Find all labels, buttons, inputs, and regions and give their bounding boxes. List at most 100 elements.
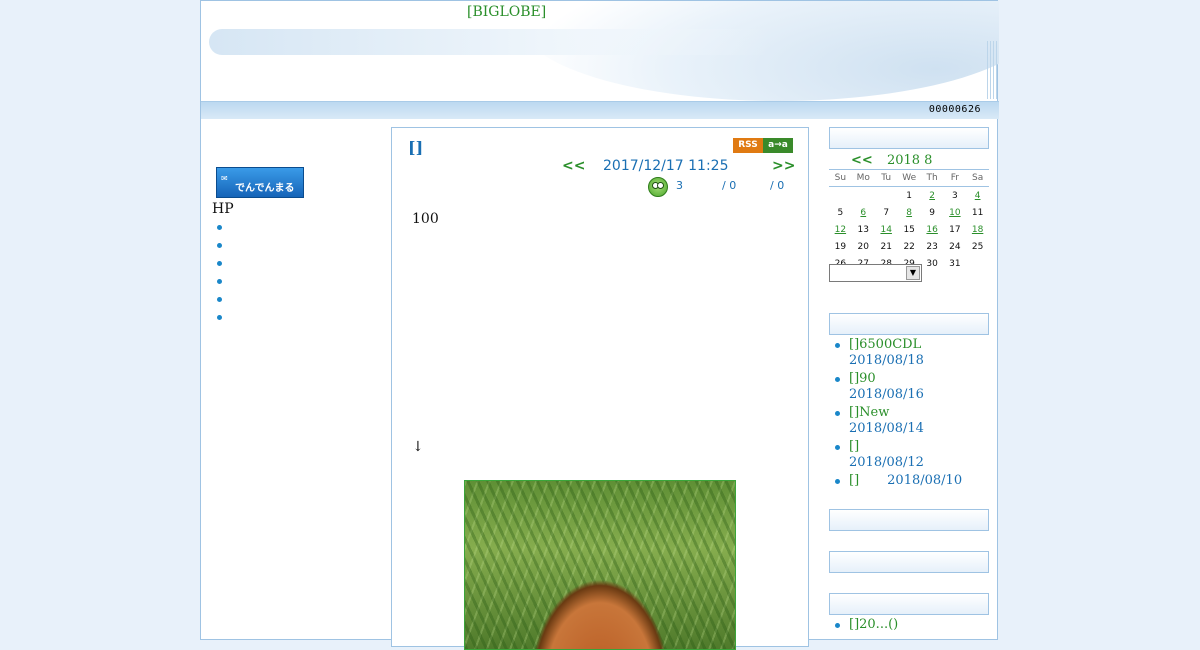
calendar-week: 12 13 14 15 16 17 18 [829, 221, 989, 238]
header-subbar: 00000626 [201, 101, 999, 119]
site-header: [BIGLOBE] [201, 1, 999, 101]
sidebar-box-5 [829, 593, 989, 615]
list-item: []6500CDL 2018/08/18 [829, 337, 999, 369]
banner-text: でんでんまる [235, 183, 295, 194]
calendar-day[interactable]: 8 [898, 204, 921, 221]
recent-post-date: 2018/08/14 [849, 421, 924, 436]
trackback-count[interactable]: / 0 [770, 179, 784, 192]
calendar-day [829, 187, 852, 205]
calendar-day: 17 [949, 224, 961, 235]
recent-post-title[interactable]: []New [849, 405, 999, 421]
calendar-day[interactable]: 16 [921, 221, 944, 238]
calendar-weekday: Mo [851, 169, 875, 187]
calendar-day[interactable]: 6 [852, 204, 875, 221]
hp-link-item[interactable] [215, 309, 375, 327]
calendar-week: 1234 [829, 187, 989, 205]
post-body-text: 100 [412, 211, 439, 227]
recent-post-date: 2018/08/12 [849, 455, 924, 470]
frog-icon[interactable] [648, 177, 668, 197]
hp-link-item[interactable] [215, 273, 375, 291]
site-title[interactable]: [BIGLOBE] [467, 4, 546, 20]
recent-post-date: 2018/08/10 [887, 473, 963, 488]
hp-link-item[interactable] [215, 255, 375, 273]
calendar-day: 1 [906, 190, 913, 201]
sidebar-box-3 [829, 509, 989, 531]
calendar-day[interactable]: 4 [966, 187, 989, 205]
denden-banner[interactable]: ✉ でんでんまる [216, 167, 304, 198]
post-body-arrow: ↓ [412, 439, 424, 455]
recent-post-date: 2018/08/18 [849, 353, 924, 368]
post-title[interactable]: [] [408, 138, 423, 157]
calendar-day: 21 [880, 241, 892, 252]
month-select[interactable]: ▼ [829, 264, 922, 282]
next-post-link[interactable]: >> [772, 158, 795, 174]
calendar-day: 20 [857, 241, 869, 252]
calendar-day: 30 [926, 258, 938, 269]
list-item: []New 2018/08/14 [829, 405, 999, 437]
nice-count[interactable]: 3 [676, 179, 683, 192]
calendar-weekday: Fr [943, 169, 967, 187]
calendar-day: 13 [857, 224, 869, 235]
calendar-day: 22 [903, 241, 915, 252]
calendar-day: 25 [971, 241, 984, 252]
hp-link-item[interactable] [215, 291, 375, 309]
calendar-day: 23 [926, 241, 938, 252]
list-item: [] 2018/08/12 [829, 439, 999, 471]
hp-label: HP [212, 201, 234, 217]
calendar-week: 5 6 7 8 9 10 11 [829, 204, 989, 221]
calendar-day: 7 [883, 207, 890, 218]
list-item: []90 2018/08/16 [829, 371, 999, 403]
comment-count[interactable]: / 0 [722, 179, 736, 192]
calendar-week: 19 20 21 22 23 24 25 [829, 238, 989, 255]
calendar-weekday: We [897, 169, 921, 187]
visit-counter: 00000626 [928, 104, 981, 115]
calendar-day: 19 [834, 241, 847, 252]
rss-icon: RSS [733, 138, 763, 153]
calendar-day: 3 [952, 190, 958, 201]
calendar-day: 11 [971, 207, 984, 218]
calendar-day: 24 [949, 241, 961, 252]
hp-link-list [215, 219, 375, 327]
calendar-day[interactable]: 10 [944, 204, 967, 221]
hp-link-item[interactable] [215, 219, 375, 237]
calendar-day[interactable]: 12 [829, 221, 852, 238]
recent-posts-header-box [829, 313, 989, 335]
calendar-weekday: Tu [874, 169, 898, 187]
page-frame: [BIGLOBE] 00000626 ✉ でんでんまる HP [] RSS a→… [200, 0, 999, 650]
chevron-down-icon[interactable]: ▼ [906, 266, 920, 280]
recent-post-title[interactable]: []90 [849, 371, 999, 387]
sidebar-box-4 [829, 551, 989, 573]
rss-button[interactable]: RSS a→a [733, 138, 793, 153]
calendar-day[interactable]: 18 [966, 221, 989, 238]
calendar-day[interactable]: 2 [921, 187, 944, 205]
list-item: [] 2018/08/10 [829, 473, 999, 489]
post-date: 2017/12/17 11:25 [603, 158, 729, 174]
blog-post: [] RSS a→a << 2017/12/17 11:25 >> 3 / 0 … [391, 127, 809, 650]
recent-posts-list: []6500CDL 2018/08/18 []90 2018/08/16 []New… [829, 337, 999, 491]
calendar-day: 15 [903, 224, 915, 235]
recent-post-date: 2018/08/16 [849, 387, 924, 402]
calendar-month: 2018 8 [886, 153, 933, 168]
calendar: Su Mo Tu We Th Fr Sa 1 2 3 4 5 6 7 8 9 10 11 12 13 14 15 16 17… [829, 169, 989, 272]
calendar-prev-link[interactable]: << [851, 153, 873, 168]
header-swoosh-graphic [209, 29, 769, 55]
post-photo[interactable] [464, 480, 736, 650]
calendar-day[interactable]: 14 [875, 221, 898, 238]
calendar-day: 31 [949, 258, 961, 269]
recent-post-title[interactable]: [] [849, 439, 999, 455]
header-stripes-graphic [987, 41, 997, 99]
calendar-day: 5 [837, 207, 844, 218]
calendar-weekday: Sa [966, 169, 989, 187]
translate-icon: a→a [763, 138, 793, 153]
calendar-day [852, 187, 875, 205]
calendar-day [966, 255, 989, 272]
recent-post-title[interactable]: []6500CDL [849, 337, 999, 353]
recent-post-title[interactable]: [] [849, 473, 859, 488]
calendar-weekday: Th [920, 169, 944, 187]
calendar-day: 9 [929, 207, 936, 218]
calendar-day [875, 187, 898, 205]
hp-link-item[interactable] [215, 237, 375, 255]
calendar-title: << 2018 8 [851, 153, 932, 168]
calendar-weekday: Su [829, 169, 852, 187]
prev-post-link[interactable]: << [562, 158, 585, 174]
